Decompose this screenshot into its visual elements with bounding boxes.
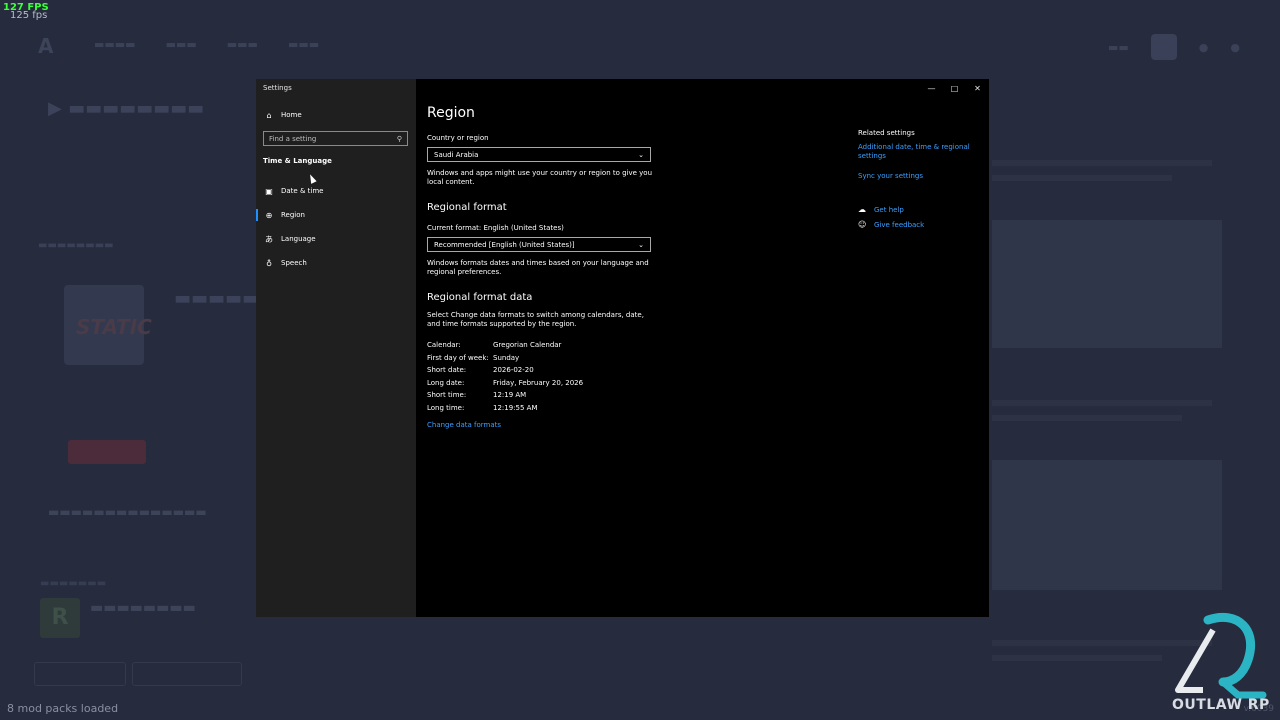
- format-data-key: Long date:: [427, 379, 465, 387]
- format-data-value: 12:19:55 AM: [493, 404, 538, 412]
- format-data-row: Calendar: Gregorian Calendar: [427, 341, 561, 349]
- launcher-top-text: ▬▬: [1107, 40, 1129, 54]
- nav-item-label: Language: [281, 235, 316, 243]
- window-title: Settings: [263, 84, 292, 92]
- news-image: [992, 460, 1222, 590]
- microphone-icon: ♁: [266, 258, 272, 268]
- nav-item-label: Speech: [281, 259, 307, 267]
- additional-settings-link[interactable]: Additional date, time & regional setting…: [858, 143, 978, 161]
- page-title: Region: [427, 105, 475, 121]
- nav-item-label: Date & time: [281, 187, 324, 195]
- format-data-value: Friday, February 20, 2026: [493, 379, 584, 387]
- launcher-nav-item: ▬▬▬: [165, 38, 197, 51]
- nav-home[interactable]: ⌂ Home: [256, 105, 416, 125]
- launcher-play-button: [68, 440, 146, 464]
- modpack-label: ▬▬▬▬▬▬▬: [40, 578, 107, 589]
- nav-item-date-time[interactable]: ▣ Date & time: [256, 181, 416, 201]
- format-data-row: First day of week: Sunday: [427, 354, 519, 362]
- related-settings: Related settings Additional date, time &…: [858, 129, 978, 180]
- current-format-label: Current format: English (United States): [427, 224, 564, 232]
- globe-icon: ⊕: [265, 210, 273, 220]
- search-field[interactable]: ⚲: [263, 131, 408, 146]
- launcher-bottom-button: [132, 662, 242, 686]
- give-feedback-row[interactable]: ☺ Give feedback: [858, 220, 924, 229]
- format-data-key: First day of week:: [427, 354, 489, 362]
- server-logo: STATIC: [76, 315, 152, 339]
- launcher-nav-item: ▬▬▬: [226, 38, 258, 51]
- format-data-row: Long time: 12:19:55 AM: [427, 404, 538, 412]
- launcher-nav: ▬▬▬▬ ▬▬▬ ▬▬▬ ▬▬▬: [94, 38, 319, 51]
- give-feedback-link[interactable]: Give feedback: [874, 221, 924, 229]
- format-data-value: 2026-02-20: [493, 366, 534, 374]
- search-icon[interactable]: ⚲: [397, 135, 402, 143]
- watermark-text: OUTLAW RP: [1172, 697, 1270, 713]
- news-line: [992, 400, 1212, 406]
- country-dropdown[interactable]: Saudi Arabia ⌄: [427, 147, 651, 162]
- home-icon: ⌂: [266, 110, 272, 120]
- chat-help-icon: ☁: [858, 205, 866, 214]
- nav-item-label: Region: [281, 211, 305, 219]
- format-data-value: Sunday: [493, 354, 520, 362]
- get-help-row[interactable]: ☁ Get help: [858, 205, 904, 214]
- news-image: [992, 220, 1222, 348]
- country-value: Saudi Arabia: [434, 150, 479, 159]
- format-data-key: Short date:: [427, 366, 467, 374]
- nav-home-label: Home: [281, 111, 302, 119]
- nav-item-region[interactable]: ⊕ Region: [256, 205, 416, 225]
- news-line: [992, 655, 1162, 661]
- language-icon: あ: [265, 234, 273, 244]
- regional-format-heading: Regional format: [427, 202, 507, 213]
- search-input[interactable]: [269, 134, 389, 143]
- format-data-row: Long date: Friday, February 20, 2026: [427, 379, 583, 387]
- feedback-icon: ☺: [858, 220, 867, 229]
- fps-counter: 127 FPS: [3, 2, 49, 13]
- launcher-section-label: ▬▬▬▬▬▬▬▬: [38, 240, 114, 251]
- format-data-value: 12:19 AM: [493, 391, 527, 399]
- settings-window: Settings ⌂ Home ⚲ Time & Language ▣ Date…: [256, 79, 989, 617]
- launcher-heading: ▶ ▬▬▬▬▬▬▬▬: [48, 98, 205, 119]
- avatar: [1150, 34, 1177, 60]
- modpack-title: ▬▬▬▬▬▬▬▬: [90, 600, 196, 616]
- launcher-bottom-button: [34, 662, 126, 686]
- launcher-nav-item: ▬▬▬: [287, 38, 320, 51]
- chevron-down-icon: ⌄: [638, 240, 644, 249]
- format-data-row: Short date: 2026-02-20: [427, 366, 534, 374]
- server-title: ▬▬▬▬▬: [174, 288, 260, 309]
- sync-settings-link[interactable]: Sync your settings: [858, 172, 978, 180]
- news-line: [992, 415, 1182, 421]
- calendar-clock-icon: ▣: [265, 186, 273, 196]
- nav-section-title: Time & Language: [263, 157, 332, 165]
- chevron-down-icon: ⌄: [638, 150, 644, 159]
- format-data-key: Calendar:: [427, 341, 461, 349]
- nav-item-speech[interactable]: ♁ Speech: [256, 253, 416, 273]
- get-help-link[interactable]: Get help: [874, 206, 904, 214]
- news-line: [992, 160, 1212, 166]
- launcher-logo-icon: A: [38, 34, 54, 58]
- launcher-top-icon: ●: [1198, 40, 1209, 54]
- launcher-link-row: ▬▬▬▬▬▬▬▬▬▬▬▬▬▬: [48, 505, 207, 519]
- related-settings-title: Related settings: [858, 129, 915, 137]
- format-data-row: Short time: 12:19 AM: [427, 391, 526, 399]
- regional-format-dropdown[interactable]: Recommended [English (United States)] ⌄: [427, 237, 651, 252]
- format-data-key: Short time:: [427, 391, 467, 399]
- format-data-key: Long time:: [427, 404, 465, 412]
- status-text: 8 mod packs loaded: [7, 702, 119, 715]
- country-label: Country or region: [427, 134, 489, 142]
- nav-item-language[interactable]: あ Language: [256, 229, 416, 249]
- news-line: [992, 175, 1172, 181]
- format-data-value: Gregorian Calendar: [493, 341, 562, 349]
- settings-nav: Settings ⌂ Home ⚲ Time & Language ▣ Date…: [256, 79, 416, 617]
- region-page: Region Country or region Saudi Arabia ⌄ …: [416, 79, 989, 617]
- modpack-icon: R: [40, 598, 80, 638]
- launcher-top-right: ▬▬ ● ●: [1108, 34, 1240, 60]
- format-data-heading: Regional format data: [427, 292, 533, 303]
- format-data-description: Select Change data formats to switch amo…: [427, 311, 644, 328]
- launcher-top-icon: ●: [1230, 40, 1240, 54]
- format-description: Windows formats dates and times based on…: [427, 259, 649, 276]
- country-description: Windows and apps might use your country …: [427, 169, 653, 186]
- regional-format-value: Recommended [English (United States)]: [434, 240, 575, 249]
- launcher-nav-item: ▬▬▬▬: [94, 38, 136, 51]
- change-data-formats-link[interactable]: Change data formats: [427, 421, 501, 429]
